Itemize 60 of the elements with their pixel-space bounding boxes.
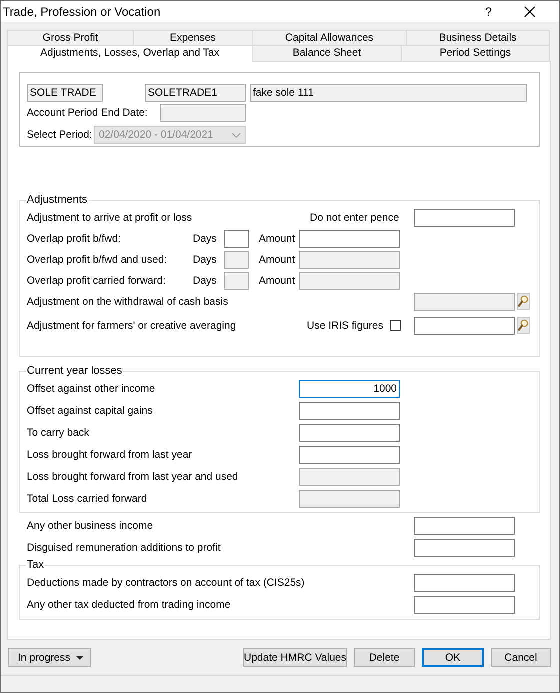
- input-field[interactable]: [414, 316, 515, 334]
- field-label: Total Loss carried forward: [27, 493, 148, 505]
- field-label: Loss brought forward from last year and used: [27, 471, 240, 483]
- days-field[interactable]: [224, 230, 249, 248]
- field-label: Adjustment for farmers' or creative averaging: [27, 320, 238, 332]
- field-label: Overlap profit b/fwd:: [27, 232, 122, 244]
- input-field[interactable]: [414, 517, 515, 535]
- field-label: Any other tax deducted from trading income: [27, 599, 232, 611]
- field-label: Days: [193, 232, 218, 244]
- dialog-button[interactable]: Cancel: [491, 648, 551, 667]
- dialog-button[interactable]: Update HMRC Values: [243, 648, 347, 667]
- hint-text: Do not enter pence: [310, 212, 400, 224]
- help-button[interactable]: ?: [485, 4, 492, 18]
- search-button[interactable]: [517, 317, 530, 334]
- field-label: Amount: [259, 254, 296, 266]
- close-icon[interactable]: [524, 6, 536, 18]
- group-title: Tax: [26, 559, 46, 572]
- field-label: Days: [193, 254, 218, 266]
- search-button[interactable]: [517, 293, 530, 310]
- input-field[interactable]: [414, 539, 515, 557]
- field-label: Loss brought forward from last year: [27, 449, 194, 461]
- checkbox[interactable]: [390, 320, 401, 331]
- field-label: Offset against capital gains: [27, 405, 154, 417]
- field-label: Offset against other income: [27, 383, 156, 395]
- field-label: Amount: [259, 232, 296, 244]
- window-title: Trade, Profession or Vocation: [3, 4, 162, 18]
- group-title: Adjustments: [26, 194, 89, 207]
- tab[interactable]: Adjustments, Losses, Overlap and Tax: [7, 45, 253, 62]
- field-label: Select Period:: [27, 129, 94, 141]
- input-field[interactable]: [299, 446, 400, 464]
- group-title: Current year losses: [26, 365, 124, 378]
- tab[interactable]: Gross Profit: [7, 30, 134, 45]
- field-label: Overlap profit b/fwd and used:: [27, 254, 168, 266]
- input-field[interactable]: [414, 596, 515, 614]
- tab[interactable]: Period Settings: [401, 45, 550, 61]
- chevron-icon: [232, 132, 241, 138]
- tab[interactable]: Capital Allowances: [252, 30, 407, 45]
- field-label: Deductions made by contractors on account of tax (CIS25s): [27, 577, 306, 589]
- dialog-button[interactable]: OK: [422, 648, 484, 667]
- field-label: Adjustment to arrive at profit or loss: [27, 212, 194, 224]
- dialog-button[interactable]: Delete: [354, 648, 415, 667]
- field-label: To carry back: [27, 427, 90, 439]
- tab[interactable]: Business Details: [406, 30, 550, 45]
- field-label: Account Period End Date:: [27, 107, 149, 119]
- field-label: Amount: [259, 274, 296, 286]
- caret-icon: [76, 656, 84, 660]
- field-label: Disguised remuneration additions to profit: [27, 542, 222, 554]
- input-field[interactable]: [299, 402, 400, 420]
- status-dropdown[interactable]: In progress: [8, 648, 91, 667]
- input-field[interactable]: [414, 574, 515, 592]
- tab[interactable]: Expenses: [133, 30, 253, 45]
- input-field[interactable]: [299, 424, 400, 442]
- input-field[interactable]: [414, 208, 515, 226]
- field-label: Overlap profit carried forward:: [27, 274, 167, 286]
- field-label: Days: [193, 274, 218, 286]
- checkbox-label: Use IRIS figures: [307, 320, 384, 332]
- field-label: Adjustment on the withdrawal of cash basis: [27, 296, 230, 308]
- input-field[interactable]: 1000: [299, 380, 400, 398]
- amount-field[interactable]: [299, 230, 400, 248]
- field-label: Any other business income: [27, 520, 154, 532]
